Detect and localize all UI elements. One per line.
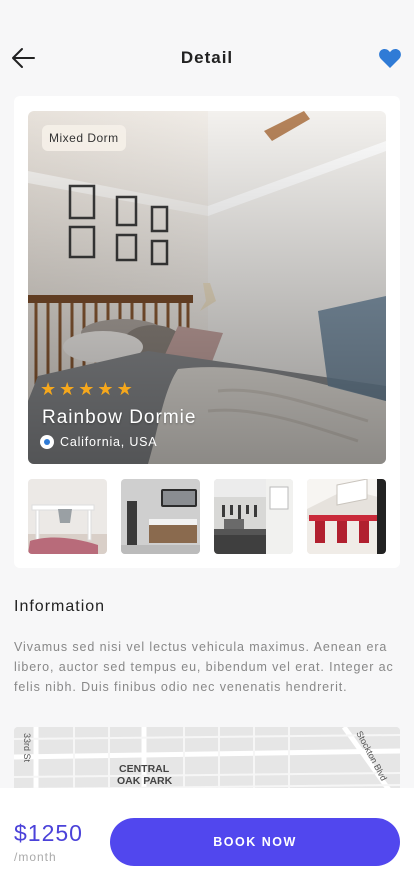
rating-stars: ★ ★ ★ ★ ★ <box>40 380 133 398</box>
hero-photo[interactable]: Mixed Dorm ★ ★ ★ ★ ★ Rainbow Dormie Cali… <box>28 111 386 464</box>
listing-location: California, USA <box>40 435 157 449</box>
price-period: /month <box>14 850 57 864</box>
thumbnail-kitchen[interactable] <box>214 479 293 554</box>
star-icon: ★ <box>97 379 114 399</box>
price-value: $1250 <box>14 820 83 846</box>
header: Detail <box>0 0 414 96</box>
room-type-badge: Mixed Dorm <box>42 125 126 151</box>
thumbnail-dining[interactable] <box>307 479 386 554</box>
map-label-oak-park: OAK PARK <box>117 775 173 787</box>
information-text: Vivamus sed nisi vel lectus vehicula max… <box>14 640 394 694</box>
star-icon: ★ <box>59 379 76 399</box>
listing-name: Rainbow Dormie <box>42 407 197 428</box>
location-label: California, USA <box>60 435 158 449</box>
star-icon: ★ <box>78 379 95 399</box>
photo-thumbnails <box>28 479 386 554</box>
star-icon: ★ <box>40 379 57 399</box>
map-label-33rd: 33rd St <box>22 733 32 763</box>
booking-bar: $1250 /month BOOK NOW <box>0 788 414 896</box>
location-pin-icon <box>40 435 54 449</box>
thumbnail-desk-room[interactable] <box>28 479 107 554</box>
page-title: Detail <box>180 48 234 67</box>
favorite-heart-icon[interactable] <box>378 47 402 69</box>
thumbnail-bathroom[interactable] <box>121 479 200 554</box>
book-now-button[interactable]: BOOK NOW <box>110 818 400 866</box>
information-heading: Information <box>14 598 106 615</box>
listing-card: Mixed Dorm ★ ★ ★ ★ ★ Rainbow Dormie Cali… <box>14 96 400 568</box>
star-icon: ★ <box>116 379 133 399</box>
map-label-central: CENTRAL <box>119 763 170 775</box>
location-map[interactable]: 33rd St CENTRAL OAK PARK Stockton Blvd <box>14 727 400 797</box>
